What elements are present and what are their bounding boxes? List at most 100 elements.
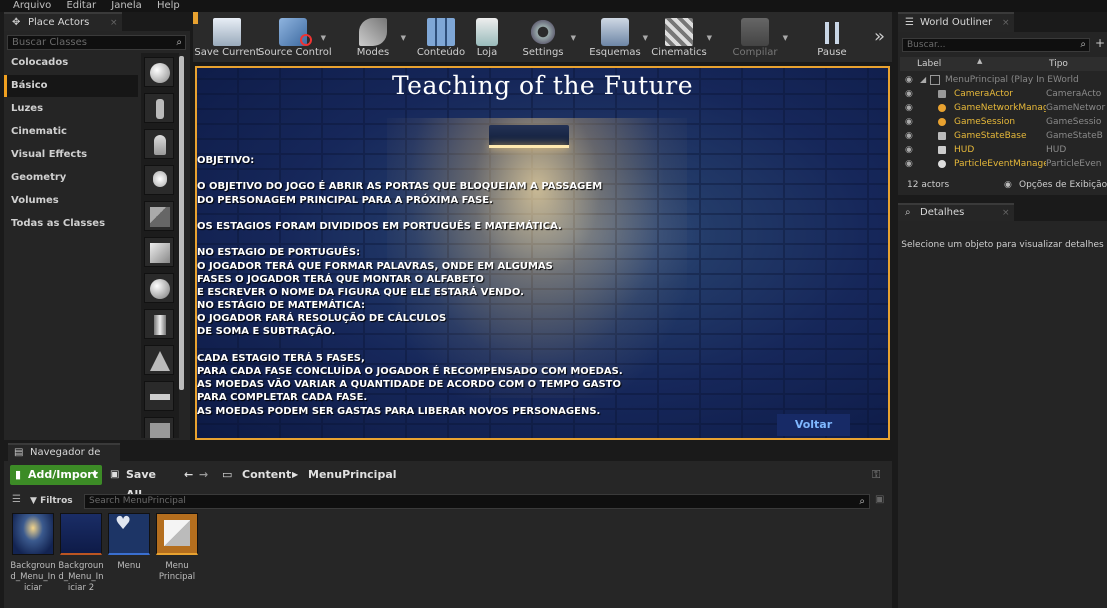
pause-button[interactable]: Pause (797, 12, 867, 64)
category-visual-effects[interactable]: Visual Effects (4, 144, 138, 166)
place-actors-title: Place Actors (28, 17, 90, 28)
actor-name: GameNetworkManage (954, 103, 1046, 113)
player-start-thumb[interactable] (144, 201, 174, 231)
pause-icon (825, 22, 839, 44)
visibility-eye-icon[interactable]: ◉ (905, 73, 913, 87)
chevron-down-icon[interactable]: ▼ (783, 34, 788, 42)
save-current-button[interactable]: Save Current (192, 12, 262, 64)
tab-place-actors[interactable]: ✥ Place Actors × (4, 12, 122, 32)
actor-name: GameStateBase (954, 131, 1027, 141)
source-control-button[interactable]: Source Control ▼ (258, 12, 332, 64)
chevron-right-icon[interactable]: ▶ (292, 465, 298, 485)
asset-thumbnail: ♥ (108, 513, 150, 555)
add-actor-icon[interactable]: + (1095, 36, 1105, 50)
settings-button[interactable]: Settings ▼ (508, 12, 578, 64)
column-type[interactable]: Tipo (1049, 57, 1068, 71)
menu-arquivo[interactable]: Arquivo (13, 0, 51, 11)
details-panel (898, 221, 1107, 608)
actor-name: ParticleEventManager (954, 159, 1046, 169)
forward-arrow-icon[interactable]: → (199, 465, 208, 485)
filters-button[interactable]: ▼ Filtros (30, 494, 80, 509)
menu-editar[interactable]: Editar (66, 0, 96, 11)
place-actors-scrollbar[interactable] (179, 56, 184, 390)
chevron-down-icon[interactable]: ▼ (321, 34, 326, 42)
category-geometry[interactable]: Geometry (4, 167, 138, 189)
menu-janela[interactable]: Janela (111, 0, 141, 11)
add-import-button[interactable]: ▮ Add/Import ▼ (10, 465, 102, 485)
cube-thumb[interactable] (144, 237, 174, 267)
save-search-icon[interactable]: ▣ (875, 494, 884, 505)
outliner-row[interactable]: ◉ GameNetworkManage GameNetwor (900, 101, 1107, 115)
outliner-row[interactable]: ◉ ParticleEventManager ParticleEven (900, 157, 1107, 171)
category-all-classes[interactable]: Todas as Classes (4, 213, 138, 235)
objective-text: OBJETIVO: O OBJETIVO DO JOGO É ABRIR AS … (197, 154, 623, 418)
back-arrow-icon[interactable]: ← (184, 465, 193, 485)
plane-icon (150, 394, 170, 400)
compile-label: Compilar (732, 47, 778, 58)
cylinder-icon (154, 315, 166, 335)
close-icon[interactable]: × (1002, 14, 1010, 32)
visibility-eye-icon[interactable]: ◉ (905, 101, 913, 115)
back-button[interactable]: Voltar (777, 414, 850, 436)
objective-line: AS MOEDAS VÃO VARIAR A QUANTIDADE DE ACO… (197, 379, 622, 391)
asset-menu-principal[interactable]: Menu Principal (154, 513, 200, 583)
chevron-down-icon[interactable]: ▼ (571, 34, 576, 42)
close-icon[interactable]: × (1002, 205, 1010, 221)
visibility-eye-icon[interactable]: ◉ (905, 87, 913, 101)
view-options-button[interactable]: Opções de Exibição (1019, 177, 1107, 193)
cone-thumb[interactable] (144, 345, 174, 375)
point-light-thumb[interactable] (144, 165, 174, 195)
category-recent[interactable]: Colocados Recentemente (4, 52, 138, 90)
pawn-thumb[interactable] (144, 129, 174, 159)
column-label[interactable]: Label (917, 57, 941, 71)
visibility-eye-icon[interactable]: ◉ (905, 143, 913, 157)
chevron-down-icon[interactable]: ▼ (707, 34, 712, 42)
tab-content-browser[interactable]: ▤ Navegador de Con (8, 443, 120, 474)
settings-icon (529, 18, 557, 46)
close-icon[interactable]: × (110, 14, 118, 32)
menu-help[interactable]: Help (157, 0, 180, 11)
tab-world-outliner[interactable]: ☰ World Outliner × (898, 12, 1014, 32)
toolbar-more-button[interactable]: » (874, 26, 885, 47)
cylinder-thumb[interactable] (144, 309, 174, 339)
visibility-eye-icon[interactable]: ◉ (905, 157, 913, 171)
category-basic[interactable]: Básico (4, 75, 138, 97)
sphere-thumb[interactable] (144, 273, 174, 303)
asset-background-menu-iniciar[interactable]: Background_Menu_Iniciar (10, 513, 56, 594)
asset-menu[interactable]: ♥ Menu (106, 513, 152, 572)
actor-icon (938, 160, 946, 168)
outliner-root-row[interactable]: ◉ ◢ MenuPrincipal (Play In EWorld (900, 73, 1107, 87)
box-trigger-thumb[interactable] (144, 417, 174, 438)
blueprints-button[interactable]: Esquemas ▼ (580, 12, 650, 64)
visibility-eye-icon[interactable]: ◉ (905, 129, 913, 143)
modes-button[interactable]: Modes ▼ (338, 12, 408, 64)
asset-background-menu-iniciar-2[interactable]: Background_Menu_Iniciar 2 (58, 513, 104, 594)
plane-thumb[interactable] (144, 381, 174, 411)
character-thumb[interactable] (144, 93, 174, 123)
sources-panel-icon[interactable]: ☰ (12, 494, 21, 505)
lock-icon[interactable]: ⚿ (872, 468, 880, 482)
cinematics-button[interactable]: Cinematics ▼ (644, 12, 714, 64)
hud-icon (938, 146, 946, 154)
actor-type: GameStateB (1046, 131, 1103, 141)
breadcrumb-content[interactable]: Content (242, 465, 291, 485)
save-all-button[interactable]: ▣ Save All (110, 465, 174, 501)
empty-actor-thumb[interactable] (144, 57, 174, 87)
outliner-row[interactable]: ◉ HUD HUD (900, 143, 1107, 157)
outliner-row[interactable]: ◉ GameSession GameSessio (900, 115, 1107, 129)
outliner-row[interactable]: ◉ CameraActor CameraActo (900, 87, 1107, 101)
game-state-icon (938, 132, 946, 140)
world-outliner-search-input[interactable]: Buscar... ⌕ (902, 38, 1090, 52)
category-volumes[interactable]: Volumes (4, 190, 138, 212)
expand-arrow-icon[interactable]: ◢ (920, 73, 926, 87)
category-cinematic[interactable]: Cinematic (4, 121, 138, 143)
breadcrumb-menu-principal[interactable]: MenuPrincipal (308, 465, 397, 485)
place-actors-search-input[interactable]: Buscar Classes ⌕ (7, 35, 186, 50)
category-lights[interactable]: Luzes (4, 98, 138, 120)
content-search-input[interactable]: Search MenuPrincipal ⌕ (84, 494, 870, 509)
visibility-eye-icon[interactable]: ◉ (905, 115, 913, 129)
outliner-row[interactable]: ◉ GameStateBase GameStateB (900, 129, 1107, 143)
tab-details[interactable]: ⌕ Detalhes × (898, 203, 1014, 221)
game-viewport[interactable]: Teaching of the Future OBJETIVO: O OBJET… (195, 66, 890, 440)
compile-button[interactable]: Compilar ▼ (720, 12, 790, 64)
